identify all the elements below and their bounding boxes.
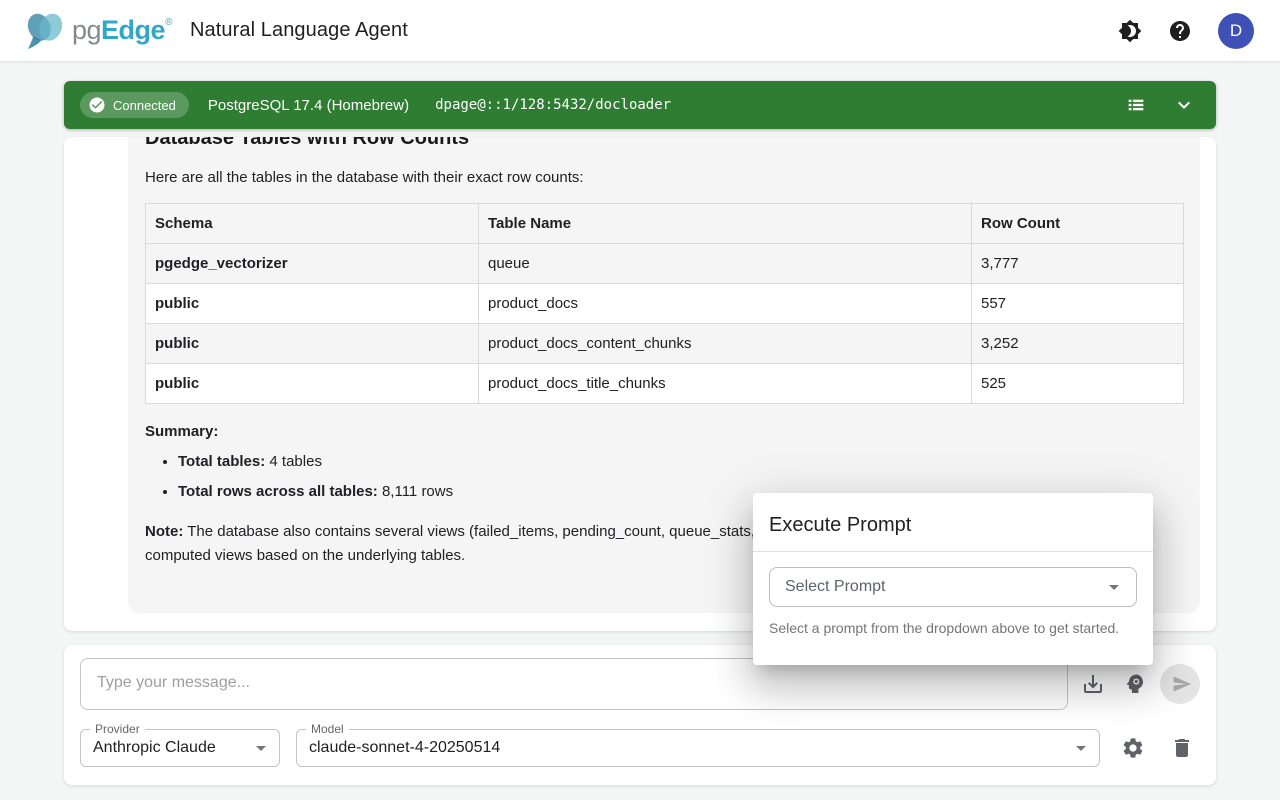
note-label: Note:	[145, 523, 183, 540]
theme-toggle-button[interactable]	[1118, 19, 1142, 43]
table-header-row: Schema Table Name Row Count	[146, 204, 1184, 244]
column-header-schema: Schema	[146, 204, 479, 244]
pgedge-logo-icon	[22, 10, 68, 52]
gear-icon	[1121, 736, 1145, 760]
send-button[interactable]	[1160, 664, 1200, 704]
row-count-cell: 525	[972, 364, 1184, 404]
summary-label: Total rows across all tables:	[178, 483, 378, 500]
settings-button[interactable]	[1121, 736, 1145, 760]
dropdown-caret-icon	[1102, 575, 1126, 599]
chevron-down-icon	[1172, 93, 1196, 117]
row-count-cell: 557	[972, 284, 1184, 324]
composer-area: Provider Anthropic Claude Model claude-s…	[64, 645, 1216, 785]
connection-list-button[interactable]	[1124, 93, 1148, 117]
column-header-table-name: Table Name	[479, 204, 972, 244]
connection-status-label: Connected	[113, 98, 176, 113]
row-count-cell: 3,777	[972, 244, 1184, 284]
dialog-helper-text: Select a prompt from the dropdown above …	[769, 620, 1137, 636]
connection-status-badge: Connected	[80, 92, 189, 118]
dialog-divider	[753, 551, 1153, 552]
server-version-label: PostgreSQL 17.4 (Homebrew)	[208, 97, 409, 114]
pgedge-logo-text: pgEdge®	[72, 17, 172, 44]
summary-value: 4 tables	[265, 453, 322, 470]
table-row: public product_docs 557	[146, 284, 1184, 324]
column-header-row-count: Row Count	[972, 204, 1184, 244]
clear-chat-button[interactable]	[1170, 736, 1194, 760]
trash-icon	[1170, 736, 1194, 760]
row-counts-table: Schema Table Name Row Count pgedge_vecto…	[145, 203, 1184, 404]
help-button[interactable]	[1168, 19, 1192, 43]
table-row: pgedge_vectorizer queue 3,777	[146, 244, 1184, 284]
summary-heading: Summary:	[145, 423, 1183, 440]
message-intro: Here are all the tables in the database …	[145, 169, 1183, 186]
table-row: public product_docs_content_chunks 3,252	[146, 324, 1184, 364]
logo-registered-mark: ®	[165, 17, 172, 28]
table-name-cell: product_docs	[479, 284, 972, 324]
connection-string: dpage@::1/128:5432/docloader	[435, 97, 671, 113]
download-icon	[1081, 672, 1105, 696]
page-title: Natural Language Agent	[190, 19, 408, 42]
connection-bar[interactable]: Connected PostgreSQL 17.4 (Homebrew) dpa…	[64, 81, 1216, 129]
table-name-cell: product_docs_title_chunks	[479, 364, 972, 404]
connection-expand-button[interactable]	[1172, 93, 1196, 117]
summary-label: Total tables:	[178, 453, 265, 470]
message-input[interactable]	[80, 658, 1068, 710]
summary-value: 8,111 rows	[378, 483, 453, 500]
row-count-cell: 3,252	[972, 324, 1184, 364]
schema-cell: public	[146, 324, 479, 364]
provider-select-value: Anthropic Claude	[93, 739, 216, 757]
list-icon	[1125, 94, 1147, 116]
check-circle-icon	[88, 96, 106, 114]
dialog-title: Execute Prompt	[753, 493, 1153, 551]
model-select-value: claude-sonnet-4-20250514	[309, 739, 500, 757]
provider-select-label: Provider	[90, 722, 145, 736]
schema-cell: pgedge_vectorizer	[146, 244, 479, 284]
table-row: public product_docs_title_chunks 525	[146, 364, 1184, 404]
provider-select[interactable]: Provider Anthropic Claude	[80, 729, 280, 767]
pgedge-logo: pgEdge®	[22, 10, 172, 52]
logo-edge-text: Edge	[101, 15, 165, 45]
dropdown-caret-icon	[1069, 736, 1093, 760]
thinking-mode-button[interactable]	[1123, 672, 1147, 696]
schema-cell: public	[146, 364, 479, 404]
model-select[interactable]: Model claude-sonnet-4-20250514	[296, 729, 1100, 767]
select-prompt-dropdown[interactable]: Select Prompt	[769, 567, 1137, 607]
execute-prompt-dialog: Execute Prompt Select Prompt Select a pr…	[753, 493, 1153, 665]
logo-pg-text: pg	[72, 15, 101, 45]
model-select-label: Model	[306, 722, 349, 736]
select-prompt-value: Select Prompt	[785, 578, 885, 596]
message-heading: Database Tables with Row Counts	[145, 137, 1183, 150]
psychology-icon	[1123, 672, 1147, 696]
schema-cell: public	[146, 284, 479, 324]
list-item: Total tables: 4 tables	[178, 453, 1183, 470]
dropdown-caret-icon	[249, 736, 273, 760]
brightness-icon	[1118, 19, 1142, 43]
download-button[interactable]	[1081, 672, 1105, 696]
table-name-cell: product_docs_content_chunks	[479, 324, 972, 364]
user-avatar[interactable]: D	[1218, 13, 1254, 49]
table-name-cell: queue	[479, 244, 972, 284]
app-header: pgEdge® Natural Language Agent D	[0, 0, 1280, 62]
help-icon	[1168, 19, 1192, 43]
send-icon	[1172, 674, 1192, 694]
